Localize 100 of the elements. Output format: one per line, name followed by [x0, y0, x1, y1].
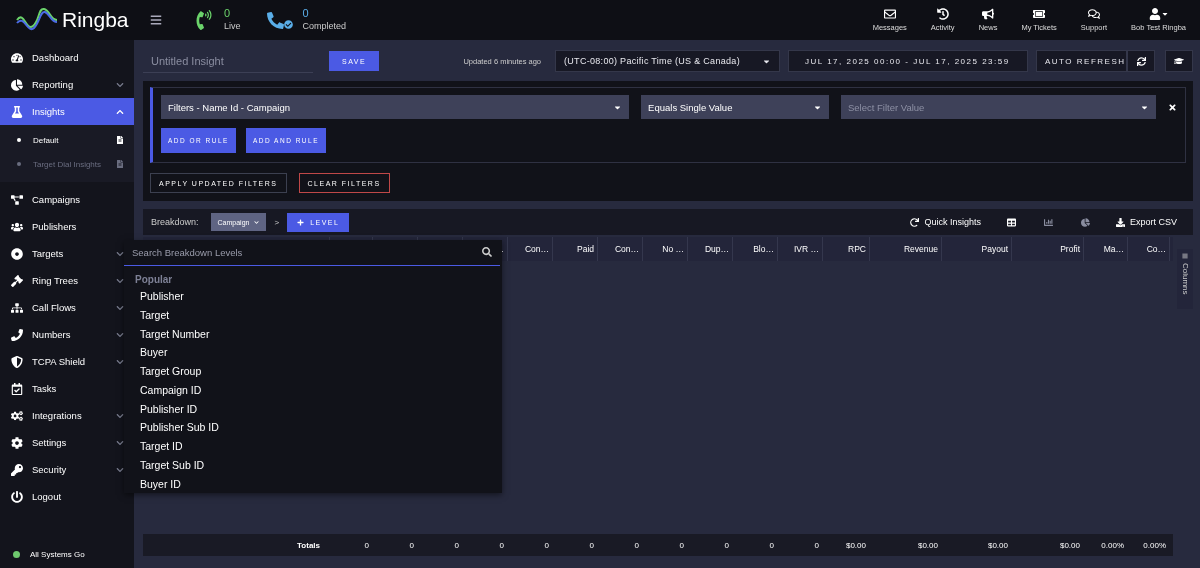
separator-text: > — [274, 217, 280, 227]
totals-cell-text: 0 — [408, 540, 415, 550]
history-icon — [936, 8, 949, 20]
chevron-icon — [116, 357, 124, 366]
gear-icon — [11, 436, 23, 449]
shield-icon — [11, 355, 23, 368]
chevron-icon — [116, 80, 124, 89]
totals-cell-text: 0 — [768, 540, 775, 550]
document-icon — [116, 136, 124, 144]
key-icon — [11, 463, 23, 476]
target-icon — [11, 247, 23, 260]
totals-cell-text: 0.00% — [1100, 540, 1125, 550]
totals-cell-text: 0 — [453, 540, 460, 550]
totals-cell-text: 0.00% — [1142, 540, 1167, 550]
download-icon — [1115, 217, 1125, 227]
column-header[interactable]: No … — [643, 237, 688, 261]
totals-cell-text: $0.00 — [916, 540, 939, 550]
chevron-icon — [254, 219, 260, 225]
diagram-icon — [11, 193, 23, 206]
quick-insights-button[interactable]: Quick Insights — [902, 217, 989, 227]
tutorial-button[interactable] — [1165, 50, 1193, 72]
document-icon — [116, 160, 124, 168]
chevron-icon — [116, 411, 124, 420]
totals-cell-text: $0.00 — [1058, 540, 1081, 550]
column-header[interactable]: Co… — [1128, 237, 1170, 261]
column-header[interactable]: Profit — [1012, 237, 1084, 261]
chevron-icon — [116, 107, 124, 116]
search-icon — [482, 247, 492, 258]
columns-tab[interactable]: Columns — [1177, 249, 1193, 309]
sidebar-item[interactable]: Reporting — [0, 71, 134, 98]
status-text: All Systems Go — [30, 550, 85, 559]
timezone-select[interactable]: (UTC-08:00) Pacific Time (US & Canada) — [555, 50, 780, 72]
insight-name-field[interactable]: Untitled Insight — [143, 49, 313, 73]
column-header[interactable]: Blo… — [733, 237, 778, 261]
column-header[interactable]: Con… — [508, 237, 553, 261]
menu-icon[interactable] — [150, 14, 162, 26]
operator-select[interactable]: Equals Single Value — [641, 95, 829, 119]
totals-cell-text: 0 — [588, 540, 595, 550]
totals-cell-text: 0 — [633, 540, 640, 550]
totals-cell-text: 0 — [813, 540, 820, 550]
users-icon — [11, 220, 23, 233]
column-header[interactable]: Payout — [942, 237, 1012, 261]
phone-icon — [11, 328, 23, 341]
chevron-icon — [116, 438, 124, 447]
plus-icon — [297, 218, 305, 226]
sidebar-item[interactable]: Dashboard — [0, 44, 134, 71]
logo-text: Ringba — [62, 8, 129, 32]
auto-refresh-button[interactable]: AUTO REFRESH — [1036, 50, 1127, 72]
column-header[interactable]: Ma… — [1084, 237, 1128, 261]
date-range-select[interactable]: JUL 17, 2025 00:00 - JUL 17, 2025 23:59 — [788, 50, 1028, 72]
chevron-icon — [116, 249, 124, 258]
chevron-icon — [116, 276, 124, 285]
power-icon — [11, 490, 23, 503]
gavel-icon — [11, 274, 23, 287]
gauge-icon — [11, 51, 23, 64]
sidebar-item[interactable]: Campaigns — [0, 186, 134, 213]
pie-chart-icon — [11, 78, 23, 91]
totals-label: Totals — [296, 540, 321, 550]
calendar-check-icon — [11, 382, 23, 395]
chevron-icon — [116, 465, 124, 474]
column-header[interactable]: Con… — [598, 237, 643, 261]
column-header[interactable]: RPC — [823, 237, 870, 261]
chat-icon — [1087, 8, 1100, 20]
filter-field-select[interactable]: Filters - Name Id - Campaign — [161, 95, 630, 119]
column-header[interactable]: Paid — [553, 237, 598, 261]
refresh-icon — [910, 217, 920, 227]
sidebar-subitem[interactable]: Default — [0, 128, 134, 152]
sitemap-icon — [11, 301, 23, 314]
totals-cell-text: 0 — [678, 540, 685, 550]
totals-cell-text: 0 — [498, 540, 505, 550]
envelope-icon — [883, 8, 896, 20]
refresh-button[interactable] — [1127, 50, 1155, 72]
sidebar-item[interactable]: Insights — [0, 98, 134, 125]
graduation-cap-icon — [1174, 56, 1184, 66]
totals-cell-text: 0 — [363, 540, 370, 550]
ticket-icon — [1033, 8, 1046, 20]
user-icon — [1148, 8, 1169, 20]
column-header[interactable]: IVR … — [778, 237, 823, 261]
chevron-icon — [116, 330, 124, 339]
totals-cell-text: $0.00 — [844, 540, 867, 550]
column-header[interactable]: Revenue — [870, 237, 942, 261]
gears-icon — [11, 409, 23, 422]
sidebar-item[interactable]: Publishers — [0, 213, 134, 240]
totals-cell-text: 0 — [723, 540, 730, 550]
column-header[interactable]: Dup… — [688, 237, 733, 261]
stat-count: 0 — [302, 7, 310, 20]
refresh-icon — [1136, 56, 1146, 66]
phone-check-icon — [266, 11, 293, 29]
sidebar-subitem[interactable]: Target Dial Insights — [0, 152, 134, 176]
megaphone-icon — [982, 8, 994, 20]
stat-label: Completed — [302, 20, 347, 33]
chevron-icon — [116, 303, 124, 312]
close-icon[interactable] — [1168, 102, 1177, 112]
stat-count: 0 — [224, 7, 232, 20]
menu-group-title: Popular — [134, 272, 174, 287]
stat-label: Live — [224, 20, 241, 33]
flask-icon — [11, 105, 23, 118]
export-csv-button[interactable]: Export CSV — [1107, 217, 1185, 227]
status-dot — [13, 551, 20, 558]
breakdown-label: Breakdown: — [151, 217, 199, 227]
